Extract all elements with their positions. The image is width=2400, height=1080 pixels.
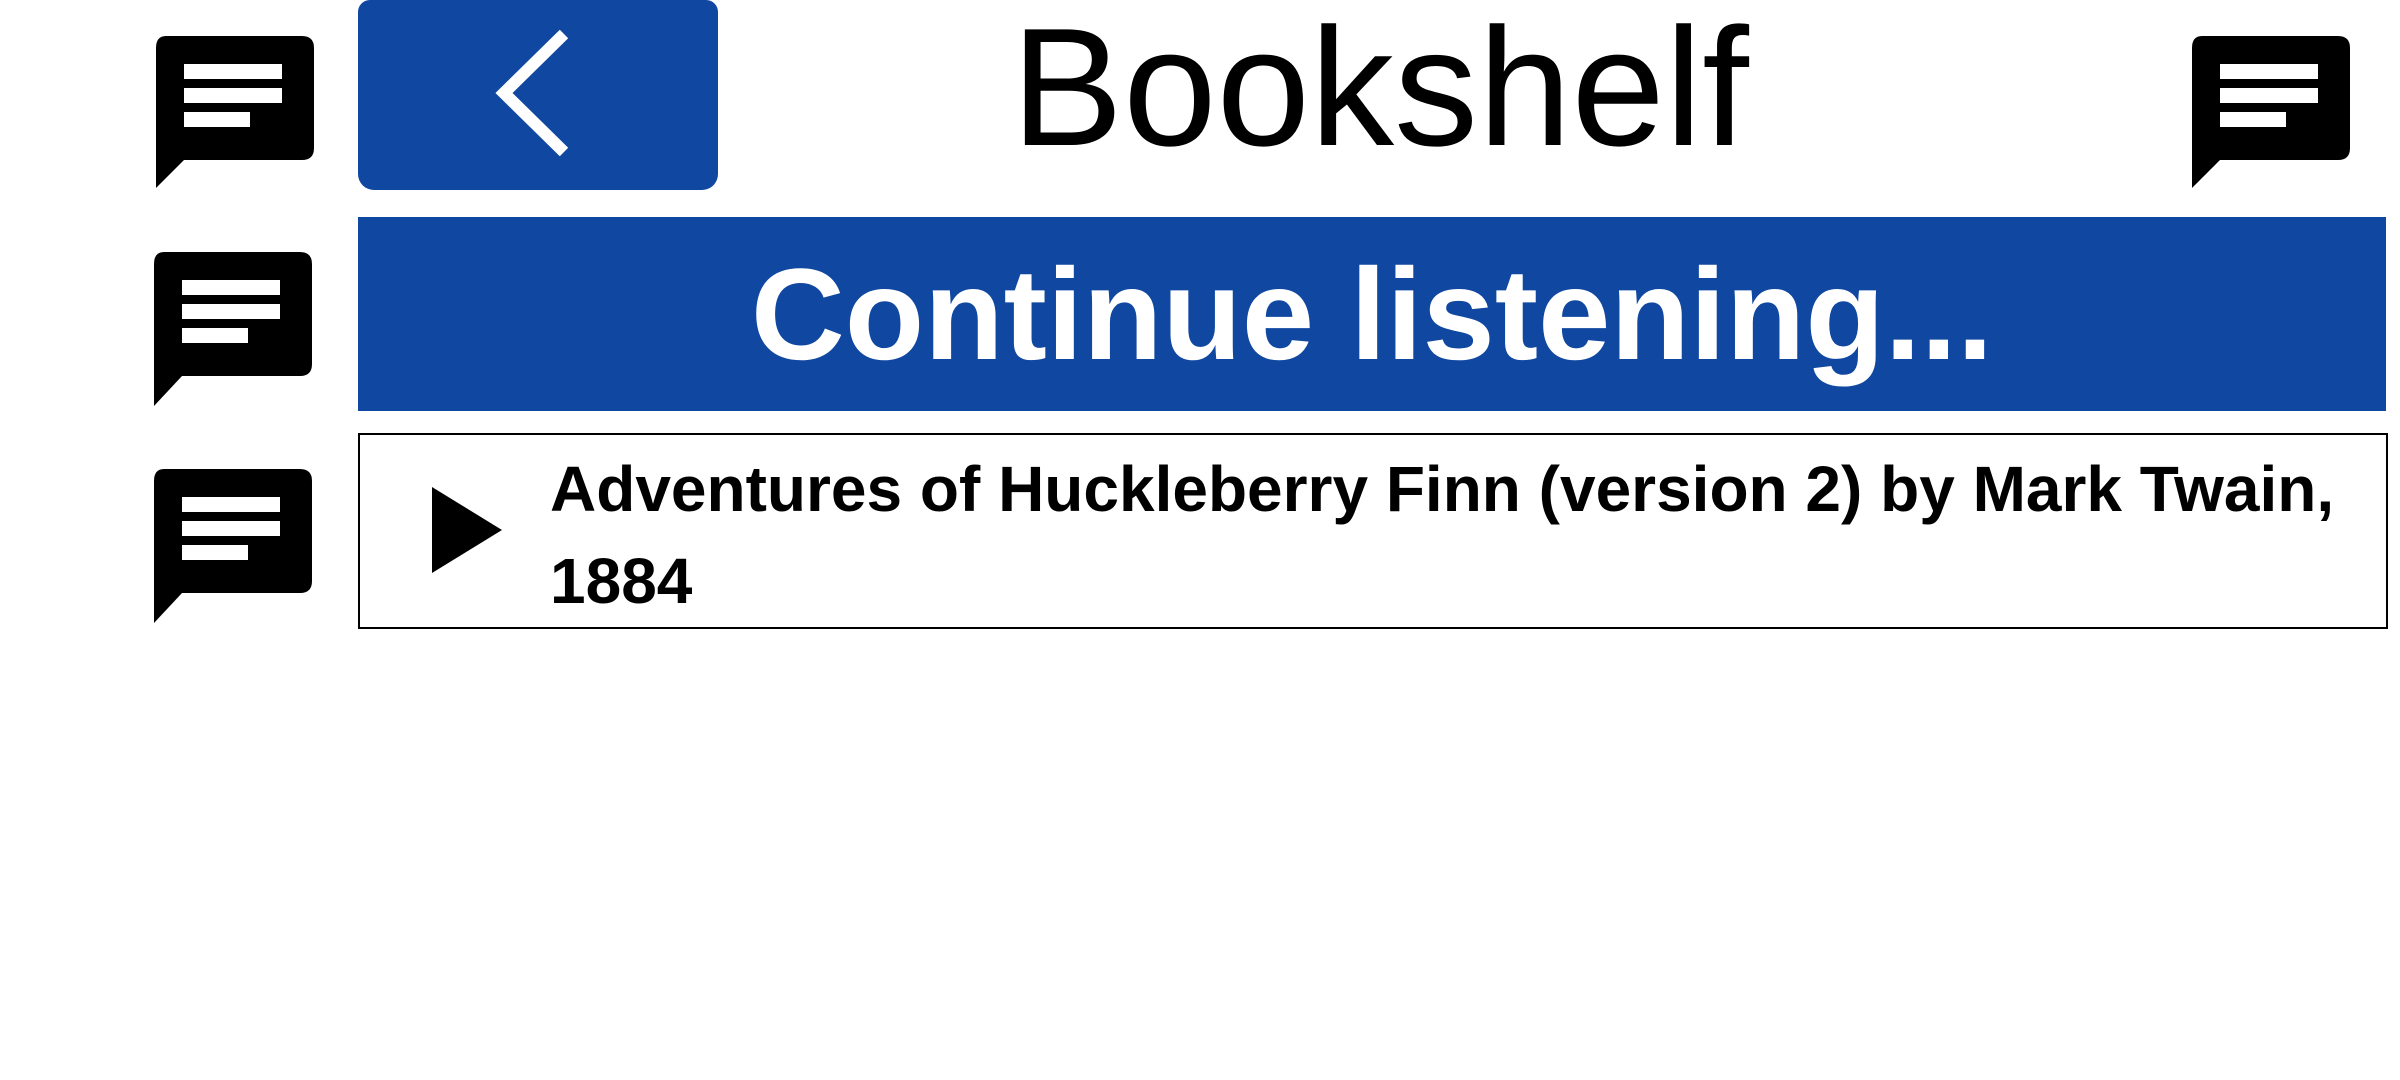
bookshelf-screen: Bookshelf Continue listening... Adventur… bbox=[0, 0, 2400, 1080]
speech-bubble-icon[interactable] bbox=[152, 30, 322, 190]
back-button[interactable] bbox=[358, 0, 718, 190]
play-icon[interactable] bbox=[432, 487, 502, 573]
continue-listening-banner: Continue listening... bbox=[358, 217, 2386, 411]
list-item[interactable]: Adventures of Huckleberry Finn (version … bbox=[358, 433, 2388, 629]
speech-bubble-icon[interactable] bbox=[150, 248, 320, 408]
page-title: Bookshelf bbox=[1011, 0, 1749, 181]
speech-bubble-icon[interactable] bbox=[2188, 30, 2358, 190]
speech-bubble-icon[interactable] bbox=[150, 465, 320, 625]
chevron-left-icon bbox=[495, 29, 569, 157]
book-title: Adventures of Huckleberry Finn (version … bbox=[550, 453, 2335, 617]
